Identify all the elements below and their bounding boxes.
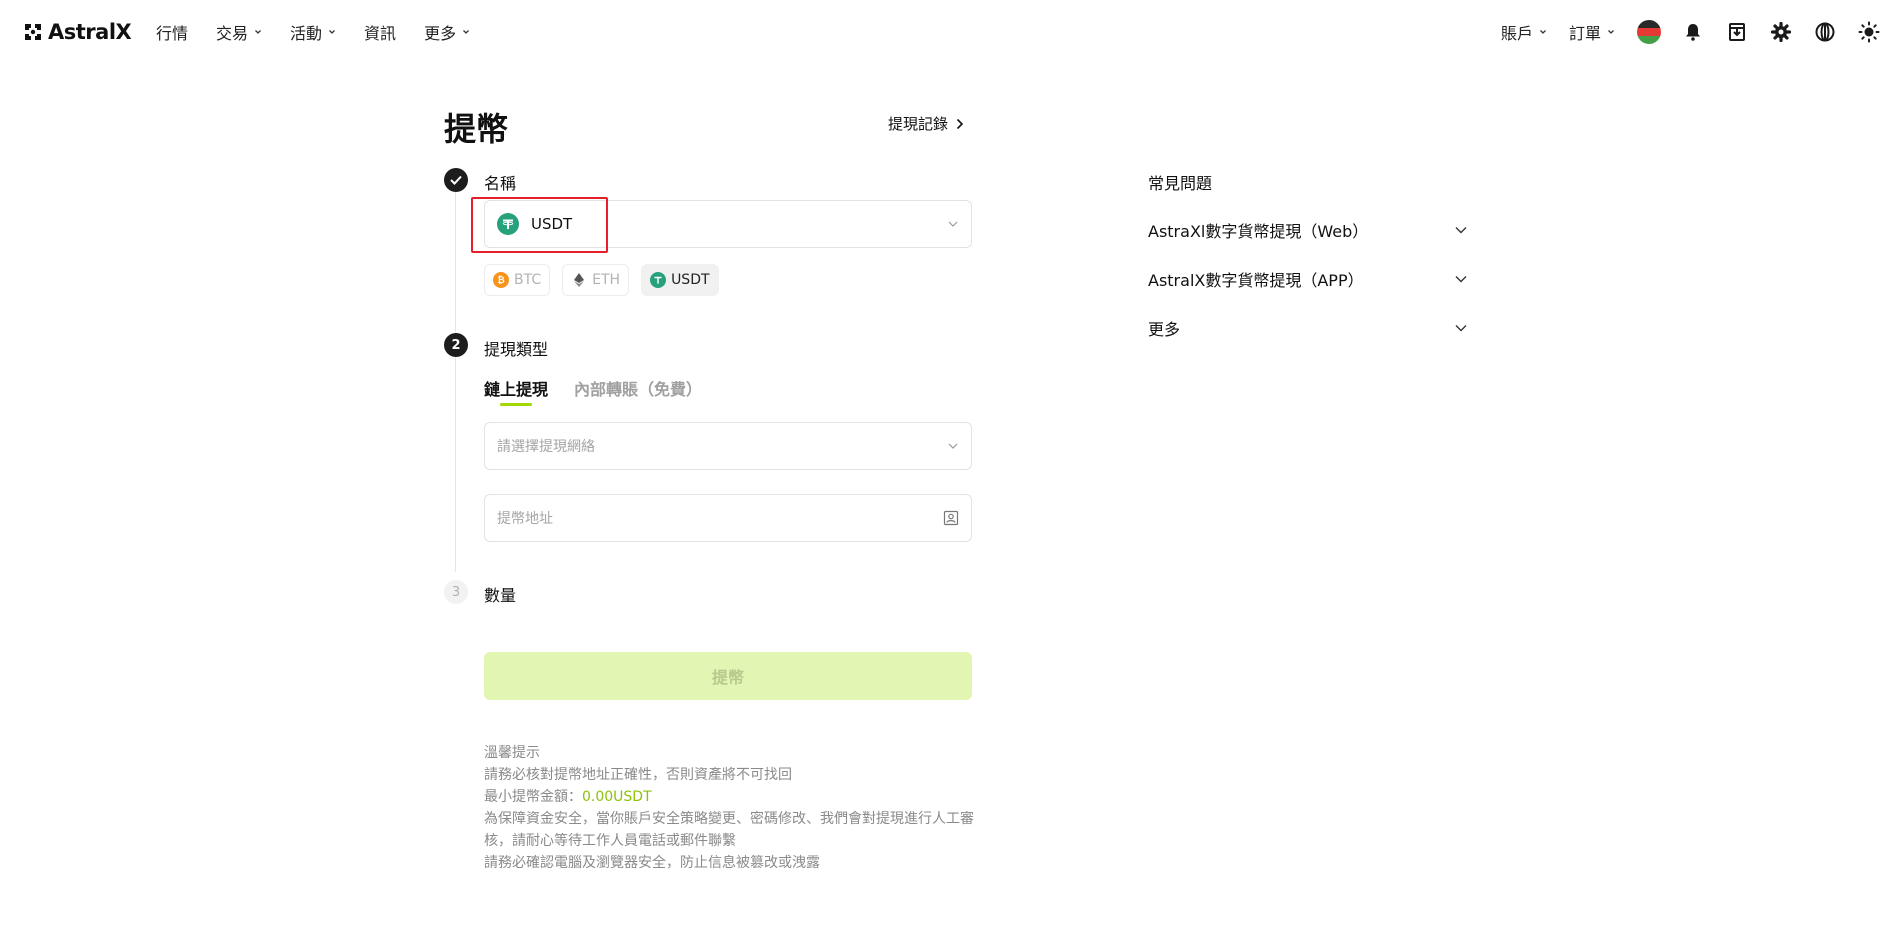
- chip-label: USDT: [671, 272, 710, 288]
- network-select[interactable]: 請選擇提現網絡: [484, 422, 972, 470]
- faq-item-more[interactable]: 更多: [1148, 316, 1468, 340]
- quick-coin-chips: ₿ BTC ETH USDT: [484, 264, 719, 296]
- withdraw-history-link[interactable]: 提現記錄: [888, 113, 964, 134]
- main-menu: 行情 交易 活動 資訊 更多: [156, 20, 470, 44]
- avatar[interactable]: [1637, 20, 1661, 44]
- withdraw-submit-button[interactable]: 提幣: [484, 652, 972, 700]
- nav-item-more[interactable]: 更多: [424, 20, 470, 44]
- coin-chip-usdt[interactable]: USDT: [641, 264, 719, 296]
- language-button[interactable]: [1813, 20, 1837, 44]
- chevron-down-icon: [948, 443, 958, 449]
- chip-label: BTC: [514, 272, 542, 288]
- step-connector-line: [455, 192, 456, 572]
- step-1-label: 名稱: [484, 174, 517, 193]
- address-book-icon[interactable]: [943, 510, 959, 526]
- usdt-icon: [650, 272, 667, 288]
- orders-menu[interactable]: 訂單: [1569, 20, 1615, 44]
- min-amount-value: 0.00USDT: [582, 789, 652, 805]
- coin-select[interactable]: USDT: [484, 200, 972, 248]
- nav-item-label: 交易: [216, 24, 249, 43]
- brand-name: AstralX: [48, 20, 132, 44]
- nav-item-label: 行情: [156, 24, 189, 43]
- chevron-down-icon: [255, 30, 261, 34]
- chevron-down-icon: [948, 221, 958, 227]
- step-2-badge: 2: [444, 333, 468, 357]
- faq-item-label: AstraXl數字貨幣提現（Web）: [1148, 222, 1369, 241]
- btc-icon: ₿: [493, 272, 509, 288]
- nav-item-trade[interactable]: 交易: [216, 20, 262, 44]
- chevron-down-icon: [329, 30, 336, 34]
- bell-icon: [1686, 24, 1700, 41]
- step-3-label: 數量: [484, 586, 517, 605]
- faq-item-label: AstralX數字貨幣提現（APP）: [1148, 271, 1364, 290]
- chevron-down-icon: [1455, 227, 1467, 234]
- faq-item-app[interactable]: AstralX數字貨幣提現（APP）: [1148, 267, 1468, 291]
- notifications-button[interactable]: [1681, 20, 1705, 44]
- download-icon: [1729, 23, 1745, 41]
- theme-toggle-button[interactable]: [1857, 20, 1881, 44]
- tab-onchain-withdraw[interactable]: 鏈上提現: [484, 376, 548, 406]
- tips-line-4: 請務必確認電腦及瀏覽器安全，防止信息被篡改或洩露: [484, 855, 820, 871]
- faq-title: 常見問題: [1148, 174, 1213, 193]
- orders-label: 訂單: [1568, 24, 1601, 43]
- chevron-down-icon: [1455, 325, 1467, 332]
- gear-icon: [1770, 21, 1792, 43]
- nav-item-news[interactable]: 資訊: [364, 20, 396, 44]
- min-amount-label: 最小提幣金額：: [484, 789, 582, 805]
- address-placeholder: 提幣地址: [497, 511, 553, 527]
- nav-item-activity[interactable]: 活動: [290, 20, 336, 44]
- chevron-down-icon: [1455, 276, 1467, 283]
- nav-item-label: 資訊: [364, 24, 397, 43]
- brand-logo[interactable]: AstralX: [22, 20, 132, 44]
- globe-icon: [1815, 22, 1835, 42]
- page-title: 提幣: [444, 110, 509, 148]
- nav-item-label: 更多: [424, 24, 457, 43]
- step-1-check-icon: [444, 168, 468, 192]
- account-menu[interactable]: 賬戶: [1501, 20, 1547, 44]
- faq-item-web[interactable]: AstraXl數字貨幣提現（Web）: [1148, 218, 1468, 242]
- tips-title: 溫馨提示: [484, 745, 540, 761]
- sun-icon: [1858, 21, 1880, 43]
- chevron-down-icon: [463, 30, 470, 34]
- network-placeholder: 請選擇提現網絡: [497, 439, 595, 455]
- faq-item-label: 更多: [1148, 320, 1181, 339]
- tips-line-3: 為保障資金安全，當你賬戶安全策略變更、密碼修改、我們會對提現進行人工審核，請耐心…: [484, 811, 974, 849]
- step-3-badge: 3: [444, 580, 468, 604]
- tips-block: 溫馨提示 請務必核對提幣地址正確性，否則資產將不可找回 最小提幣金額：0.00U…: [484, 742, 984, 874]
- download-button[interactable]: [1725, 20, 1749, 44]
- logo-icon: [25, 24, 41, 40]
- withdraw-address-input[interactable]: 提幣地址: [484, 494, 972, 542]
- usdt-icon: [497, 213, 519, 235]
- top-navbar: AstralX 行情 交易 活動 資訊 更多 賬戶 訂單: [0, 0, 1901, 64]
- selected-coin-label: USDT: [531, 215, 573, 233]
- tab-internal-transfer[interactable]: 內部轉賬（免費）: [574, 376, 702, 400]
- tips-line-1: 請務必核對提幣地址正確性，否則資產將不可找回: [484, 767, 792, 783]
- chevron-right-icon: [956, 118, 964, 129]
- chevron-down-icon: [1608, 30, 1614, 34]
- user-toolbar: 賬戶 訂單: [1501, 16, 1901, 48]
- chevron-down-icon: [1540, 30, 1546, 34]
- account-label: 賬戶: [1500, 24, 1533, 43]
- nav-item-market[interactable]: 行情: [156, 20, 188, 44]
- chip-label: ETH: [592, 272, 621, 288]
- settings-button[interactable]: [1769, 20, 1793, 44]
- withdraw-type-tabs: 鏈上提現 內部轉賬（免費）: [484, 376, 702, 406]
- eth-icon: [571, 272, 588, 288]
- coin-chip-eth[interactable]: ETH: [562, 264, 630, 296]
- tips-min-amount: 最小提幣金額：0.00USDT: [484, 786, 984, 808]
- step-2-label: 提現類型: [484, 340, 549, 359]
- coin-chip-btc[interactable]: ₿ BTC: [484, 264, 551, 296]
- history-link-label: 提現記錄: [888, 115, 949, 133]
- nav-item-label: 活動: [290, 24, 323, 43]
